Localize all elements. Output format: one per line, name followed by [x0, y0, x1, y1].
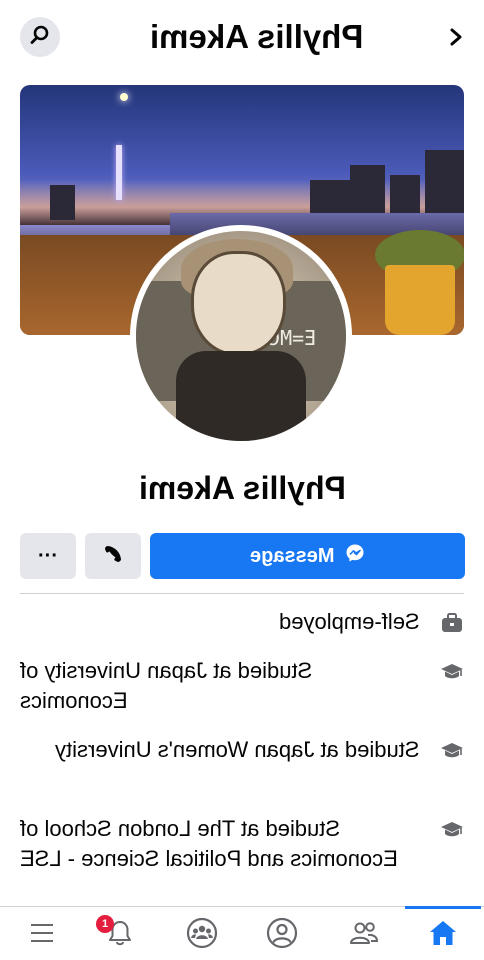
message-button[interactable]: Message: [150, 533, 465, 579]
nav-profile[interactable]: [258, 913, 306, 957]
messenger-icon: [345, 543, 365, 569]
divider: [20, 593, 464, 594]
nav-groups[interactable]: [178, 913, 226, 957]
header: Phyllis Akemi: [0, 0, 484, 78]
briefcase-icon: [440, 611, 464, 635]
avatar-face: [191, 251, 286, 356]
cover-planter: [385, 265, 455, 335]
cover-tower: [116, 145, 122, 200]
nav-home[interactable]: [419, 913, 467, 957]
graduation-cap-icon: [440, 660, 464, 684]
nav-menu[interactable]: [18, 913, 66, 957]
profile-name: Phyllis Akemi: [138, 470, 346, 506]
info-row-work: Self-employed: [20, 607, 464, 641]
graduation-cap-icon: [440, 818, 464, 842]
search-button[interactable]: [20, 17, 60, 57]
cover-building: [425, 150, 464, 220]
active-tab-indicator: [405, 906, 481, 909]
home-icon: [428, 919, 458, 952]
menu-icon: [29, 922, 55, 949]
more-options-label: ···: [38, 544, 58, 567]
message-label: Message: [250, 544, 335, 567]
more-options-button[interactable]: ···: [20, 533, 76, 579]
search-icon: [30, 25, 50, 50]
nav-friends[interactable]: [340, 913, 388, 957]
bottom-nav: 1: [0, 906, 484, 960]
info-row-education: Studied at Japan University of Economics: [20, 656, 464, 720]
groups-icon: [186, 917, 218, 954]
avatar-suit: [176, 351, 306, 441]
cover-lamp: [120, 93, 128, 101]
back-button[interactable]: [448, 22, 464, 54]
info-row-education: Studied at The London School of Economic…: [20, 814, 464, 908]
chevron-left-icon: [448, 22, 464, 53]
info-text: Studied at Japan University of Economics: [20, 658, 313, 713]
cover-building: [50, 185, 75, 220]
cover-building: [350, 165, 385, 220]
info-row-education: Studied at Japan Women's University: [20, 735, 464, 799]
notification-badge: 1: [96, 915, 114, 933]
info-text: Studied at Japan Women's University: [55, 737, 420, 762]
profile-icon: [266, 917, 298, 954]
page-title: Phyllis Akemi: [150, 18, 364, 55]
avatar-image: E=MC²: [136, 231, 346, 441]
call-button[interactable]: [85, 533, 141, 579]
info-text: Studied at The London School of Economic…: [20, 816, 398, 871]
info-text: Self-employed: [279, 609, 420, 634]
phone-icon: [103, 544, 123, 569]
graduation-cap-icon: [440, 739, 464, 763]
friends-icon: [348, 919, 380, 952]
avatar[interactable]: E=MC²: [130, 225, 352, 447]
